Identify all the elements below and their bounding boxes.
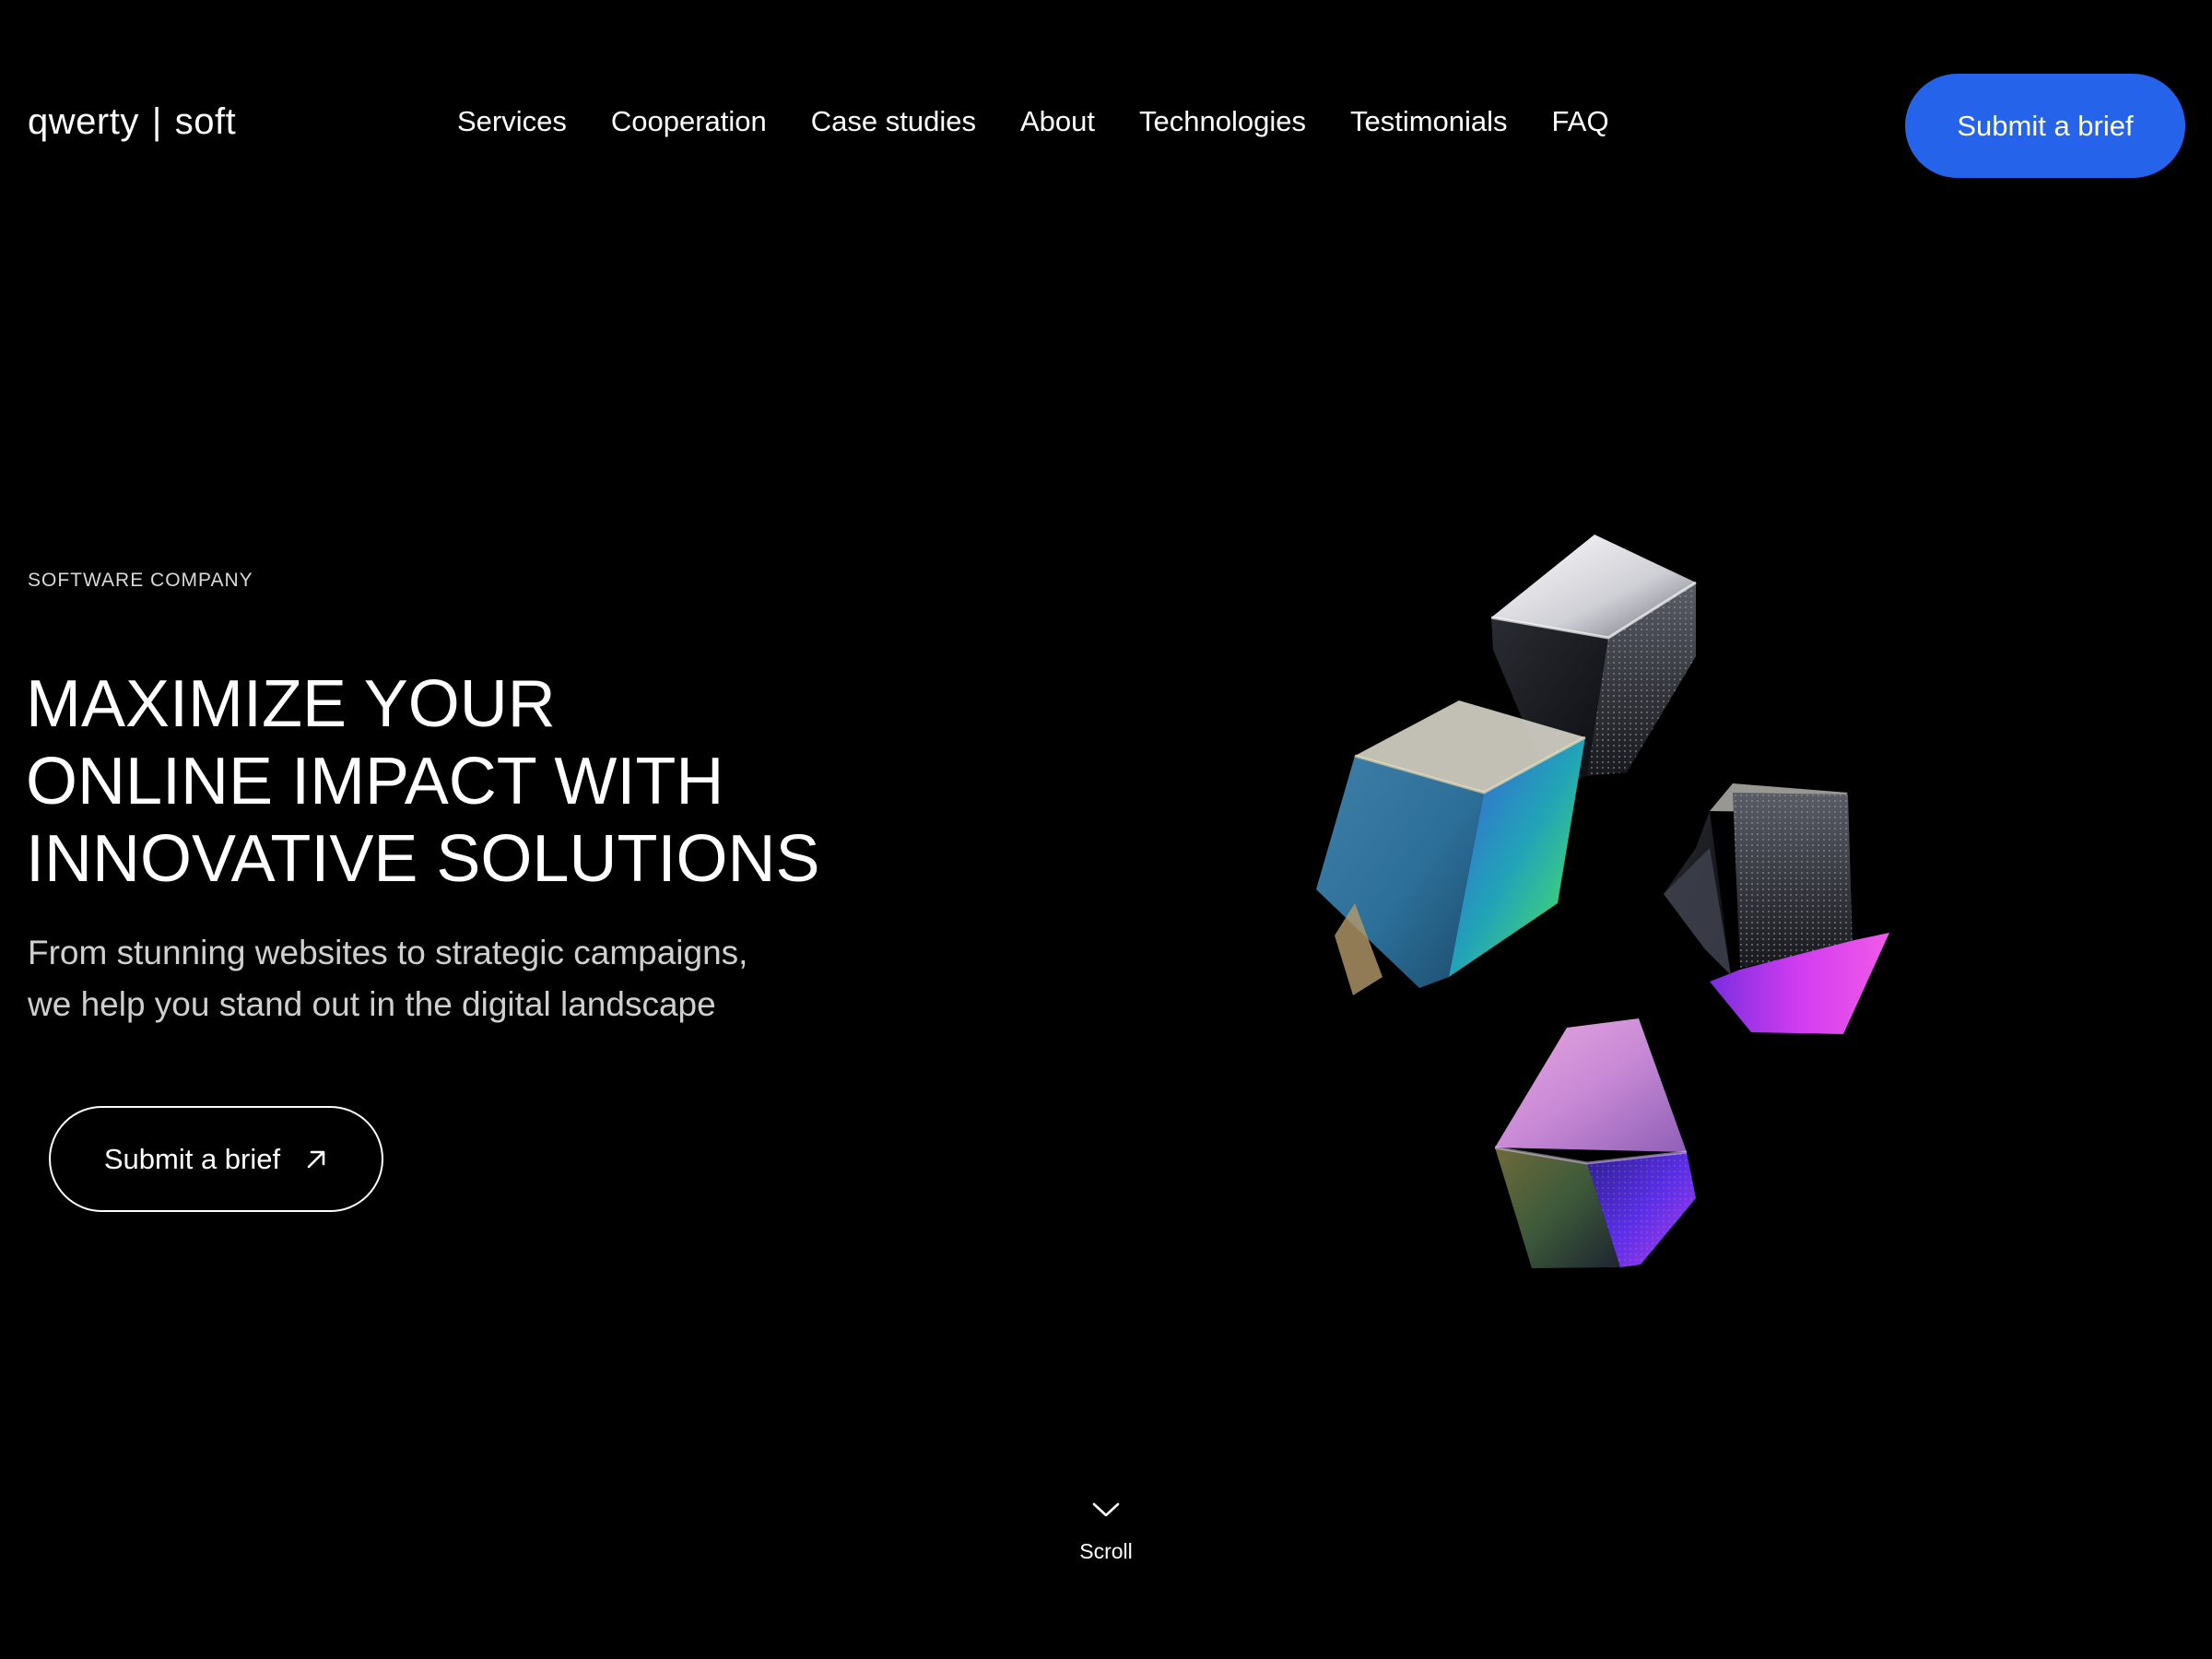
logo-word-right: soft bbox=[174, 101, 237, 142]
main-nav: Services Cooperation Case studies About … bbox=[457, 105, 1609, 138]
nav-item-cooperation[interactable]: Cooperation bbox=[611, 105, 767, 138]
nav-item-technologies[interactable]: Technologies bbox=[1139, 105, 1306, 138]
hero-subheadline: From stunning websites to strategic camp… bbox=[28, 927, 747, 1030]
hero-headline-line-1: MAXIMIZE YOUR bbox=[26, 667, 556, 741]
nav-item-case-studies[interactable]: Case studies bbox=[811, 105, 976, 138]
nav-item-faq[interactable]: FAQ bbox=[1552, 105, 1609, 138]
logo-separator: | bbox=[151, 101, 162, 142]
cube-bottom bbox=[1494, 1018, 1696, 1268]
hero-headline-line-3: INNOVATIVE SOLUTIONS bbox=[26, 822, 820, 896]
arrow-up-right-icon bbox=[307, 1150, 325, 1168]
site-header: qwerty | soft Services Cooperation Case st… bbox=[0, 0, 2212, 249]
landing-page: qwerty | soft Services Cooperation Case st… bbox=[0, 0, 2212, 1659]
chevron-down-icon bbox=[1092, 1502, 1120, 1517]
hero-cta-label: Submit a brief bbox=[103, 1142, 281, 1175]
hero-subheadline-line-2: we help you stand out in the digital lan… bbox=[28, 985, 716, 1023]
nav-item-services[interactable]: Services bbox=[457, 105, 567, 138]
hero-submit-brief-button[interactable]: Submit a brief bbox=[49, 1106, 383, 1212]
logo-word-left: qwerty bbox=[28, 101, 139, 142]
nav-item-about[interactable]: About bbox=[1020, 105, 1095, 138]
scroll-indicator[interactable]: Scroll bbox=[1051, 1500, 1161, 1564]
floating-cubes-illustration bbox=[1316, 535, 1889, 1268]
cube-right bbox=[1664, 783, 1889, 1034]
hero-subheadline-line-1: From stunning websites to strategic camp… bbox=[28, 934, 748, 971]
nav-item-testimonials[interactable]: Testimonials bbox=[1350, 105, 1508, 138]
hero-eyebrow: SOFTWARE COMPANY bbox=[28, 570, 253, 591]
hero-headline: MAXIMIZE YOUR ONLINE IMPACT WITH INNOVAT… bbox=[26, 665, 819, 898]
logo[interactable]: qwerty | soft bbox=[28, 101, 236, 143]
header-submit-brief-button[interactable]: Submit a brief bbox=[1905, 74, 2185, 178]
scroll-label: Scroll bbox=[1079, 1539, 1133, 1563]
cube-left bbox=[1316, 700, 1586, 995]
hero-headline-line-2: ONLINE IMPACT WITH bbox=[26, 745, 724, 818]
